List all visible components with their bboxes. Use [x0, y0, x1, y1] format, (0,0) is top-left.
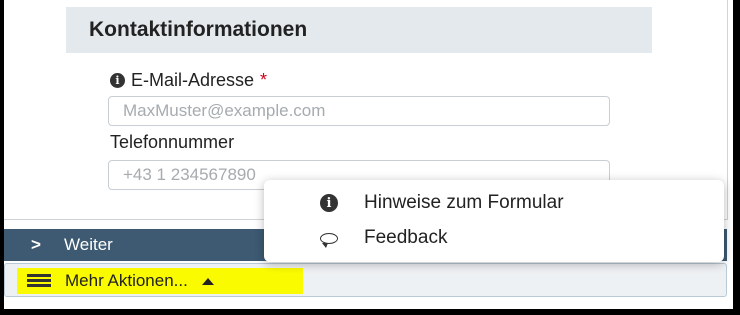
chevron-right-icon: >	[31, 235, 41, 254]
required-asterisk: *	[260, 69, 268, 90]
menu-item-label: Feedback	[364, 227, 448, 248]
screen-frame: Kontaktinformationen i E-Mail-Adresse * …	[4, 0, 733, 309]
section-title: Kontaktinformationen	[89, 18, 308, 41]
menu-item-label: Hinweise zum Formular	[364, 192, 564, 213]
section-header: Kontaktinformationen	[66, 7, 652, 53]
more-actions-label: Mehr Aktionen...	[65, 271, 188, 290]
email-field[interactable]	[108, 96, 610, 126]
menu-item-form-hints[interactable]: i Hinweise zum Formular	[264, 186, 724, 220]
more-actions-button[interactable]: Mehr Aktionen...	[17, 268, 303, 294]
info-icon[interactable]: i	[110, 72, 125, 88]
info-icon: i	[320, 194, 338, 212]
actions-bar: Mehr Aktionen...	[4, 263, 727, 297]
email-label-row: i E-Mail-Adresse *	[110, 68, 267, 92]
menu-item-feedback[interactable]: Feedback	[264, 221, 724, 255]
phone-label: Telefonnummer	[110, 132, 235, 152]
hamburger-icon	[27, 274, 51, 288]
actions-dropdown-menu: i Hinweise zum Formular Feedback	[264, 180, 724, 262]
email-label: E-Mail-Adresse	[131, 69, 255, 90]
next-label: Weiter	[64, 235, 113, 254]
caret-up-icon	[201, 277, 214, 285]
speech-bubble-icon	[320, 232, 338, 248]
